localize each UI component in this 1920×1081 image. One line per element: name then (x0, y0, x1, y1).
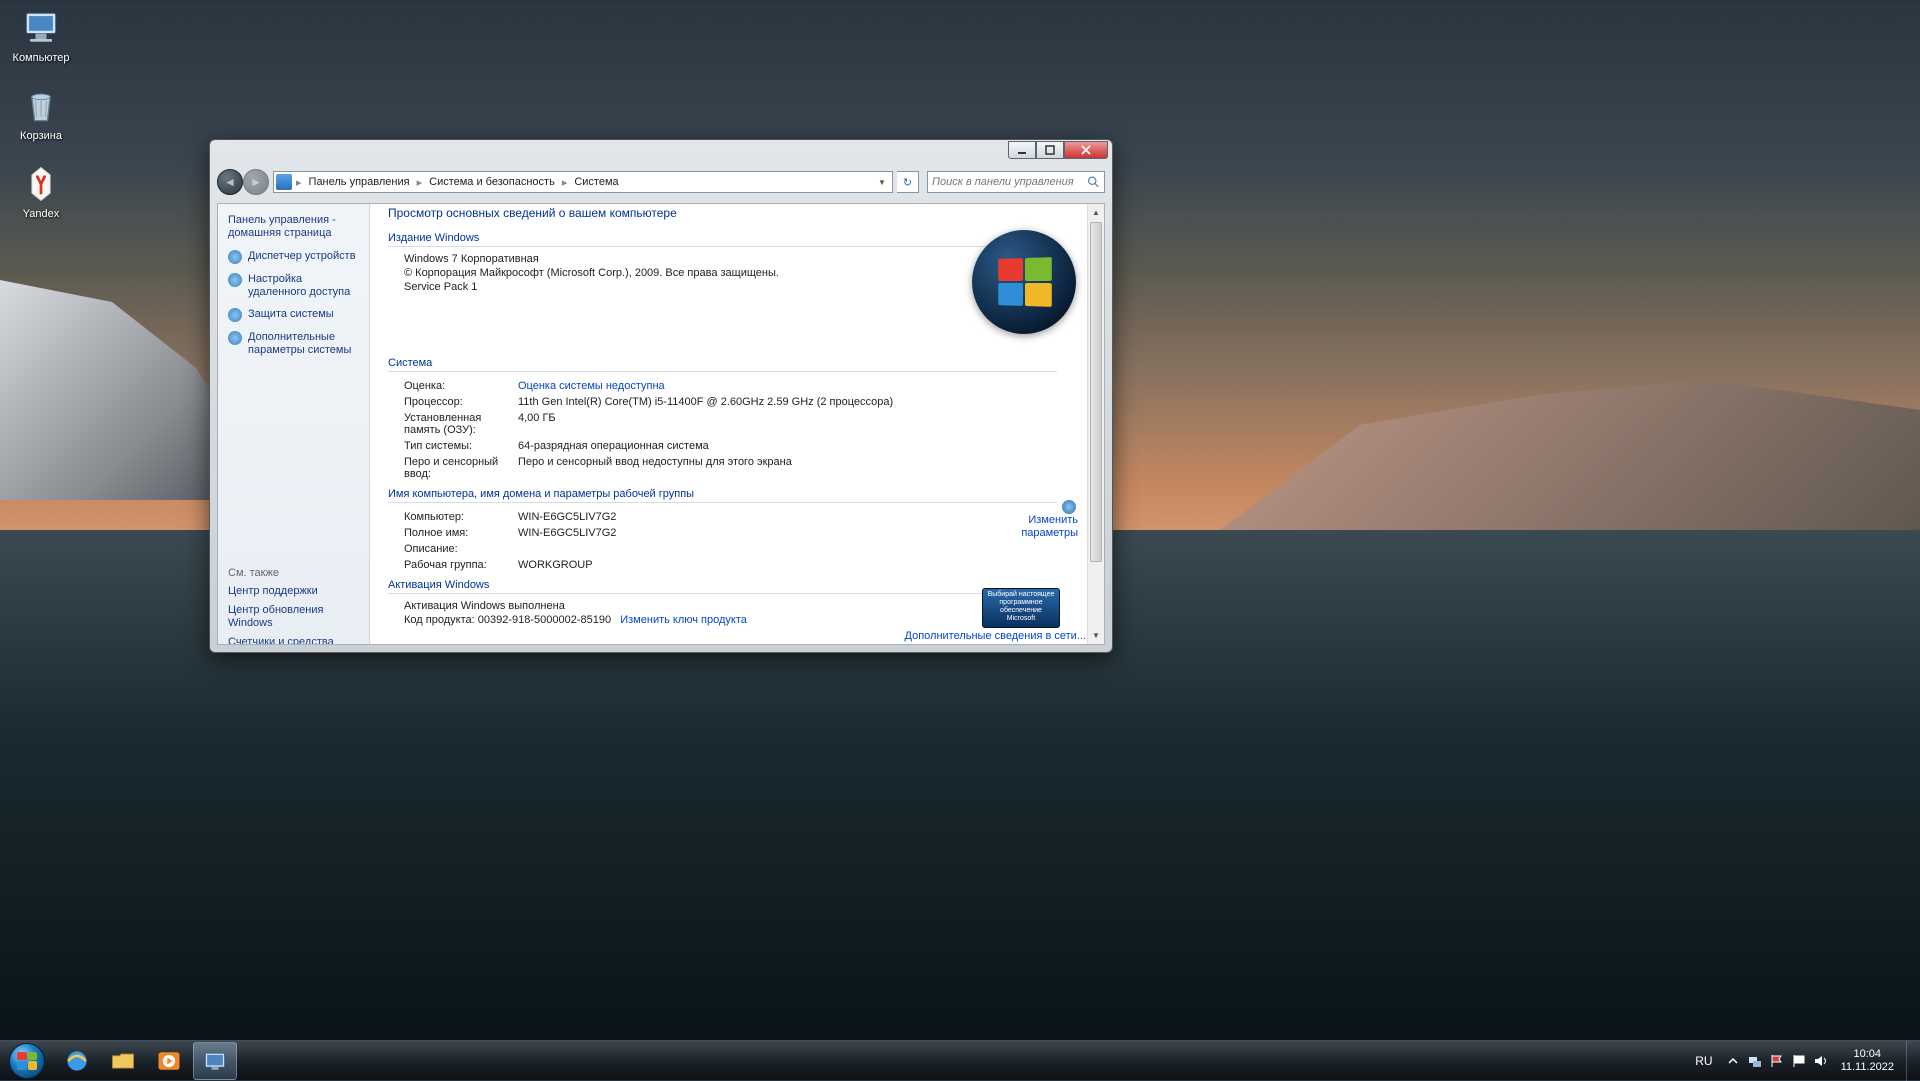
titlebar[interactable] (210, 140, 1112, 168)
scroll-up-button[interactable]: ▲ (1088, 204, 1104, 221)
show-desktop-button[interactable] (1906, 1041, 1916, 1081)
ie-icon (63, 1047, 91, 1075)
pen-touch-value: Перо и сенсорный ввод недоступны для это… (518, 456, 1057, 480)
minimize-icon (1017, 145, 1027, 155)
shield-icon (228, 308, 242, 322)
full-name-value: WIN-E6GC5LIV7G2 (518, 527, 1057, 539)
sidebar-link-remote-settings[interactable]: Настройка удаленного доступа (228, 273, 359, 299)
tray-network-icon[interactable] (1747, 1053, 1763, 1069)
taskbar-item-explorer[interactable] (101, 1042, 145, 1080)
scroll-down-button[interactable]: ▼ (1088, 627, 1104, 644)
start-orb-icon (9, 1043, 45, 1079)
taskbar-item-media-player[interactable] (147, 1042, 191, 1080)
chevron-right-icon: ▸ (294, 176, 304, 189)
ram-value: 4,00 ГБ (518, 412, 1057, 436)
tray-volume-icon[interactable] (1813, 1053, 1829, 1069)
desktop-icon-yandex[interactable]: Yandex (4, 160, 78, 234)
breadcrumb-item[interactable]: Панель управления (304, 176, 415, 188)
breadcrumb-item[interactable]: Система (569, 176, 623, 188)
tray-flag-icon[interactable] (1769, 1053, 1785, 1069)
computer-name-value: WIN-E6GC5LIV7G2 (518, 511, 1057, 523)
change-settings-link-box: Изменить параметры (988, 500, 1078, 540)
system-window: ◄ ► ▸ Панель управления ▸ Система и безо… (209, 139, 1113, 653)
taskbar: RU 10:04 11.11.2022 (0, 1040, 1920, 1080)
start-button[interactable] (0, 1041, 54, 1081)
activation-status: Активация Windows выполнена (388, 600, 1057, 612)
nav-back-button[interactable]: ◄ (217, 169, 243, 195)
desktop-icon-computer[interactable]: Компьютер (4, 4, 78, 78)
maximize-button[interactable] (1036, 141, 1064, 159)
vertical-scrollbar[interactable]: ▲ ▼ (1087, 204, 1104, 644)
address-dropdown[interactable]: ▼ (874, 178, 890, 187)
section-activation: Активация Windows (388, 579, 1057, 594)
chevron-down-icon: ▼ (878, 178, 886, 187)
control-panel-icon (201, 1047, 229, 1075)
search-field[interactable] (927, 171, 1105, 193)
arrow-left-icon: ◄ (224, 175, 236, 189)
system-rating-link[interactable]: Оценка системы недоступна (518, 380, 1057, 392)
tray-action-center-icon[interactable] (1791, 1053, 1807, 1069)
media-player-icon (155, 1047, 183, 1075)
see-also-perf-tools[interactable]: Счетчики и средства производительности (228, 636, 359, 645)
search-icon (1087, 175, 1100, 189)
tray-up-icon[interactable] (1725, 1053, 1741, 1069)
address-bar[interactable]: ▸ Панель управления ▸ Система и безопасн… (273, 171, 893, 193)
online-info-link[interactable]: Дополнительные сведения в сети... (905, 630, 1087, 642)
breadcrumb-item[interactable]: Система и безопасность (424, 176, 560, 188)
product-id-row: Код продукта: 00392-918-5000002-85190 Из… (388, 614, 1057, 626)
section-system: Система (388, 357, 1057, 372)
folder-icon (109, 1047, 137, 1075)
windows-logo (972, 230, 1076, 334)
taskbar-item-system[interactable] (193, 1042, 237, 1080)
sidebar-link-advanced-settings[interactable]: Дополнительные параметры системы (228, 331, 359, 357)
computer-icon (19, 6, 63, 50)
shield-icon (228, 273, 242, 287)
shield-icon (1062, 500, 1076, 514)
system-tray: RU 10:04 11.11.2022 (1695, 1041, 1920, 1081)
search-input[interactable] (932, 176, 1087, 188)
change-settings-link[interactable]: Изменить параметры (988, 514, 1078, 540)
section-edition: Издание Windows (388, 232, 1057, 247)
content-area: Просмотр основных сведений о вашем компь… (370, 204, 1104, 644)
scrollbar-thumb[interactable] (1090, 222, 1102, 562)
shield-icon (228, 331, 242, 345)
nav-forward-button[interactable]: ► (243, 169, 269, 195)
chevron-right-icon: ▸ (560, 176, 570, 189)
see-also-windows-update[interactable]: Центр обновления Windows (228, 604, 359, 630)
control-panel-icon (276, 174, 292, 190)
close-button[interactable] (1064, 141, 1108, 159)
taskbar-item-ie[interactable] (55, 1042, 99, 1080)
taskbar-clock[interactable]: 10:04 11.11.2022 (1841, 1048, 1894, 1074)
change-product-key-link[interactable]: Изменить ключ продукта (620, 614, 747, 626)
sidebar-link-system-protection[interactable]: Защита системы (228, 308, 359, 322)
workgroup-value: WORKGROUP (518, 559, 1057, 571)
page-title: Просмотр основных сведений о вашем компь… (388, 204, 1057, 226)
language-indicator[interactable]: RU (1695, 1054, 1712, 1068)
minimize-button[interactable] (1008, 141, 1036, 159)
shield-icon (228, 250, 242, 264)
arrow-right-icon: ► (250, 175, 262, 189)
see-also-header: См. также (228, 567, 359, 579)
service-pack: Service Pack 1 (388, 281, 1057, 293)
control-panel-home-link[interactable]: Панель управления - домашняя страница (228, 214, 359, 240)
system-type-value: 64-разрядная операционная система (518, 440, 1057, 452)
sidebar-link-device-manager[interactable]: Диспетчер устройств (228, 250, 359, 264)
chevron-right-icon: ▸ (415, 176, 425, 189)
section-computer-name: Имя компьютера, имя домена и параметры р… (388, 488, 1057, 503)
see-also-action-center[interactable]: Центр поддержки (228, 585, 359, 598)
genuine-microsoft-badge[interactable]: Выбирай настоящее программное обеспечени… (982, 588, 1060, 628)
recycle-bin-icon (19, 84, 63, 128)
processor-value: 11th Gen Intel(R) Core(TM) i5-11400F @ 2… (518, 396, 1057, 408)
refresh-button[interactable]: ↻ (897, 171, 919, 193)
windows-edition: Windows 7 Корпоративная (388, 253, 1057, 265)
side-panel: Панель управления - домашняя страница Ди… (218, 204, 370, 644)
copyright: © Корпорация Майкрософт (Microsoft Corp.… (388, 267, 1057, 279)
maximize-icon (1045, 145, 1055, 155)
desktop-icon-recycle-bin[interactable]: Корзина (4, 82, 78, 156)
description-value (518, 543, 1057, 555)
refresh-icon: ↻ (903, 176, 912, 189)
yandex-icon (19, 162, 63, 206)
close-icon (1080, 145, 1092, 155)
